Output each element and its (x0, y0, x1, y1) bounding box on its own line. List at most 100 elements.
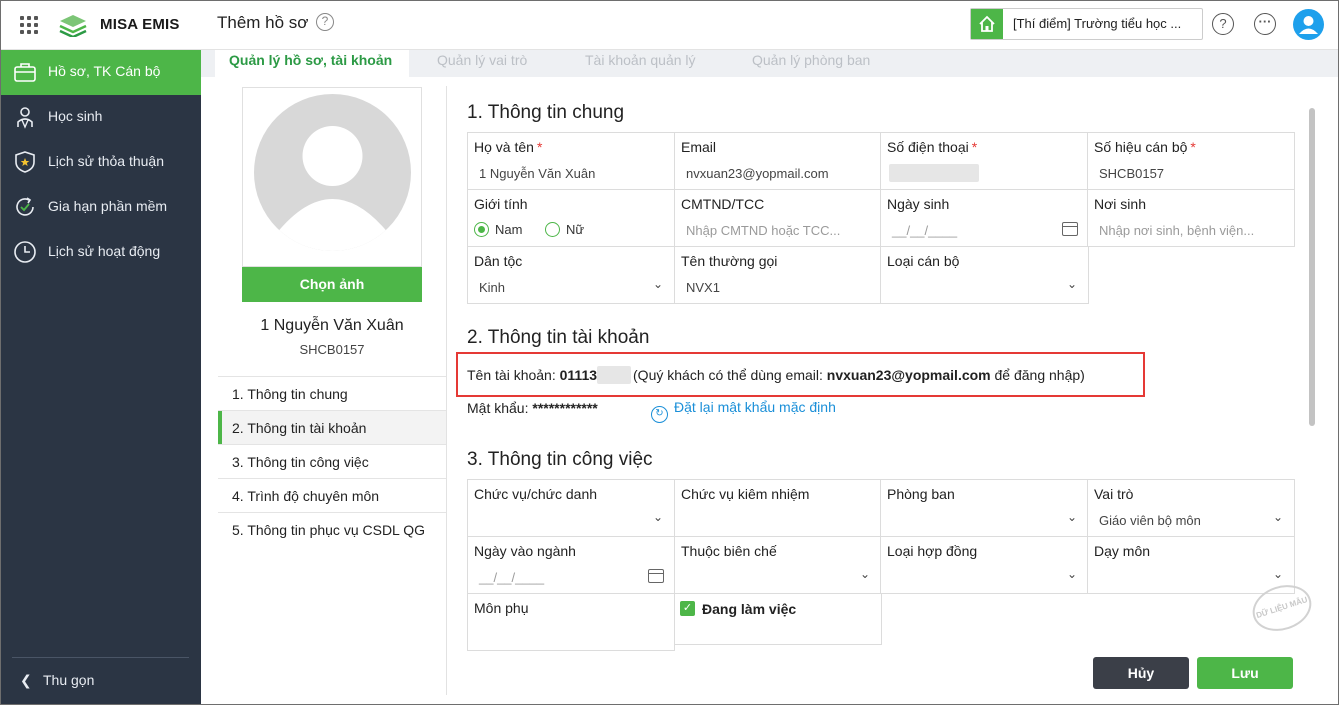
minor-subject-field[interactable]: Môn phụ (467, 593, 675, 651)
section-nav-account[interactable]: 2. Thông tin tài khoản (218, 410, 446, 445)
concurrent-label: Chức vụ kiêm nhiệm (681, 486, 810, 502)
working-checkbox[interactable]: ✓ (680, 601, 695, 616)
start-date-field[interactable]: Ngày vào ngành __/__/____ (467, 536, 675, 594)
birthplace-label: Nơi sinh (1094, 196, 1146, 212)
profile-photo (242, 87, 422, 267)
calendar-icon[interactable] (1062, 222, 1078, 236)
required-marker: * (1190, 139, 1196, 155)
masked-username (597, 366, 632, 384)
scrollbar[interactable] (1309, 108, 1315, 426)
staff-code-field[interactable]: Số hiệu cán bộ * SHCB0157 (1087, 132, 1295, 190)
refresh-icon: ↻ (651, 406, 668, 423)
staff-code-value: SHCB0157 (1099, 166, 1165, 181)
start-date-label: Ngày vào ngành (474, 543, 576, 559)
section-nav-qualification[interactable]: 4. Trình độ chuyên môn (218, 478, 446, 512)
section-nav-label: 4. Trình độ chuyên môn (232, 488, 380, 504)
password-label: Mật khẩu: (467, 400, 529, 416)
section-title-general: 1. Thông tin chung (467, 102, 625, 123)
fullname-field[interactable]: Họ và tên * 1 Nguyễn Văn Xuân (467, 132, 675, 190)
help-icon[interactable]: ? (1212, 13, 1234, 35)
gender-label: Giới tính (474, 196, 528, 212)
reset-password-label: Đặt lại mật khẩu mặc định (674, 399, 836, 415)
staff-type-select[interactable]: Loại cán bộ ⌄ (880, 246, 1089, 304)
section-title-account: 2. Thông tin tài khoản (467, 327, 650, 348)
section-title-work: 3. Thông tin công việc (467, 449, 653, 470)
teaching-label: Dạy môn (1094, 543, 1151, 559)
save-button[interactable]: Lưu (1197, 657, 1293, 689)
panel-divider (446, 86, 447, 695)
role-select[interactable]: Vai trò Giáo viên bộ môn ⌄ (1087, 479, 1295, 537)
chevron-left-icon: ❮ (20, 672, 32, 688)
more-icon[interactable]: ··· (1254, 13, 1276, 35)
sidebar-divider (12, 657, 189, 658)
account-note-email: nvxuan23@yopmail.com (826, 367, 991, 383)
id-card-field[interactable]: CMTND/TCC Nhập CMTND hoặc TCC... (674, 189, 882, 247)
birthday-field[interactable]: Ngày sinh __/__/____ (880, 189, 1089, 247)
sidebar-item-staff[interactable]: Hồ sơ, TK Cán bộ (0, 50, 201, 95)
gender-female-radio[interactable] (545, 222, 560, 237)
gender-field: Giới tính Nam Nữ (467, 189, 675, 247)
sidebar-item-students[interactable]: Học sinh (0, 95, 201, 140)
tab-roles[interactable]: Quản lý vai trò (437, 50, 527, 77)
chevron-down-icon: ⌄ (1272, 567, 1283, 581)
apps-grid-icon[interactable] (20, 16, 38, 34)
help-icon[interactable]: ? (316, 13, 334, 31)
birthplace-field[interactable]: Nơi sinh Nhập nơi sinh, bệnh viện... (1087, 189, 1295, 247)
ethnic-value: Kinh (479, 280, 506, 295)
username-label: Tên tài khoản: (467, 367, 556, 383)
user-avatar-icon[interactable] (1293, 9, 1324, 40)
concurrent-position-field[interactable]: Chức vụ kiêm nhiệm (674, 479, 882, 537)
collapse-sidebar-button[interactable]: ❮ Thu gọn (0, 665, 201, 695)
section-nav-label: 5. Thông tin phục vụ CSDL QG (232, 522, 425, 538)
sidebar-item-activity-history[interactable]: Lịch sử hoạt động (0, 230, 201, 275)
app-logo-text: MISA EMIS (100, 16, 180, 33)
avatar-placeholder-icon (254, 94, 411, 251)
misa-logo-icon (59, 15, 87, 37)
calendar-icon[interactable] (648, 569, 664, 583)
sidebar-item-agreement-history[interactable]: Lịch sử thỏa thuận (0, 140, 201, 185)
choose-photo-button[interactable]: Chọn ảnh (242, 267, 422, 302)
birthday-placeholder: __/__/____ (892, 223, 958, 238)
gender-male-radio[interactable] (474, 222, 489, 237)
shield-star-icon (15, 151, 35, 173)
username-value: 01113 (559, 367, 598, 383)
email-field[interactable]: Email nvxuan23@yopmail.com (674, 132, 882, 190)
section-nav-work[interactable]: 3. Thông tin công việc (218, 444, 446, 478)
teaching-subject-select[interactable]: Dạy môn ⌄ (1087, 536, 1295, 594)
chevron-down-icon: ⌄ (652, 277, 663, 291)
account-note-prefix: (Quý khách có thể dùng email: (633, 367, 823, 383)
minor-label: Môn phụ (474, 600, 529, 616)
sidebar-item-label: Gia hạn phần mềm (48, 198, 168, 214)
phone-field[interactable]: Số điện thoại * (880, 132, 1089, 190)
nickname-field[interactable]: Tên thường gọi NVX1 (674, 246, 882, 304)
tab-departments[interactable]: Quản lý phòng ban (752, 50, 870, 77)
section-nav-label: 2. Thông tin tài khoản (232, 420, 367, 436)
chevron-down-icon: ⌄ (1066, 510, 1077, 524)
sidebar-item-label: Lịch sử hoạt động (48, 243, 161, 259)
department-select[interactable]: Phòng ban ⌄ (880, 479, 1089, 537)
account-info: Tên tài khoản: 01113 (Quý khách có thể dù… (467, 366, 1085, 384)
sidebar-item-renewal[interactable]: Gia hạn phần mềm (0, 185, 201, 230)
tab-managed-accounts[interactable]: Tài khoản quản lý (585, 50, 696, 77)
chevron-down-icon: ⌄ (1066, 277, 1077, 291)
payroll-label: Thuộc biên chế (681, 543, 777, 559)
ethnic-select[interactable]: Dân tộc Kinh ⌄ (467, 246, 675, 304)
chevron-down-icon: ⌄ (859, 567, 870, 581)
chevron-down-icon: ⌄ (652, 510, 663, 524)
section-nav-national-db[interactable]: 5. Thông tin phục vụ CSDL QG (218, 512, 446, 546)
reset-password-link[interactable]: ↻ Đặt lại mật khẩu mặc định (651, 399, 836, 423)
renew-icon (16, 197, 34, 216)
profile-code: SHCB0157 (299, 342, 365, 357)
required-marker: * (536, 139, 543, 155)
position-select[interactable]: Chức vụ/chức danh ⌄ (467, 479, 675, 537)
contract-label: Loại hợp đồng (887, 543, 978, 559)
tab-profile-account[interactable]: Quản lý hồ sơ, tài khoản (215, 50, 409, 77)
fullname-label: Họ và tên (474, 139, 534, 155)
profile-name: 1 Nguyễn Văn Xuân (260, 317, 404, 334)
payroll-select[interactable]: Thuộc biên chế ⌄ (674, 536, 882, 594)
school-selector[interactable]: [Thí điểm] Trường tiểu học ... (970, 8, 1203, 40)
contract-select[interactable]: Loại hợp đồng ⌄ (880, 536, 1089, 594)
start-date-placeholder: __/__/____ (479, 570, 545, 585)
cancel-button[interactable]: Hủy (1093, 657, 1189, 689)
section-nav-general[interactable]: 1. Thông tin chung (218, 376, 446, 410)
